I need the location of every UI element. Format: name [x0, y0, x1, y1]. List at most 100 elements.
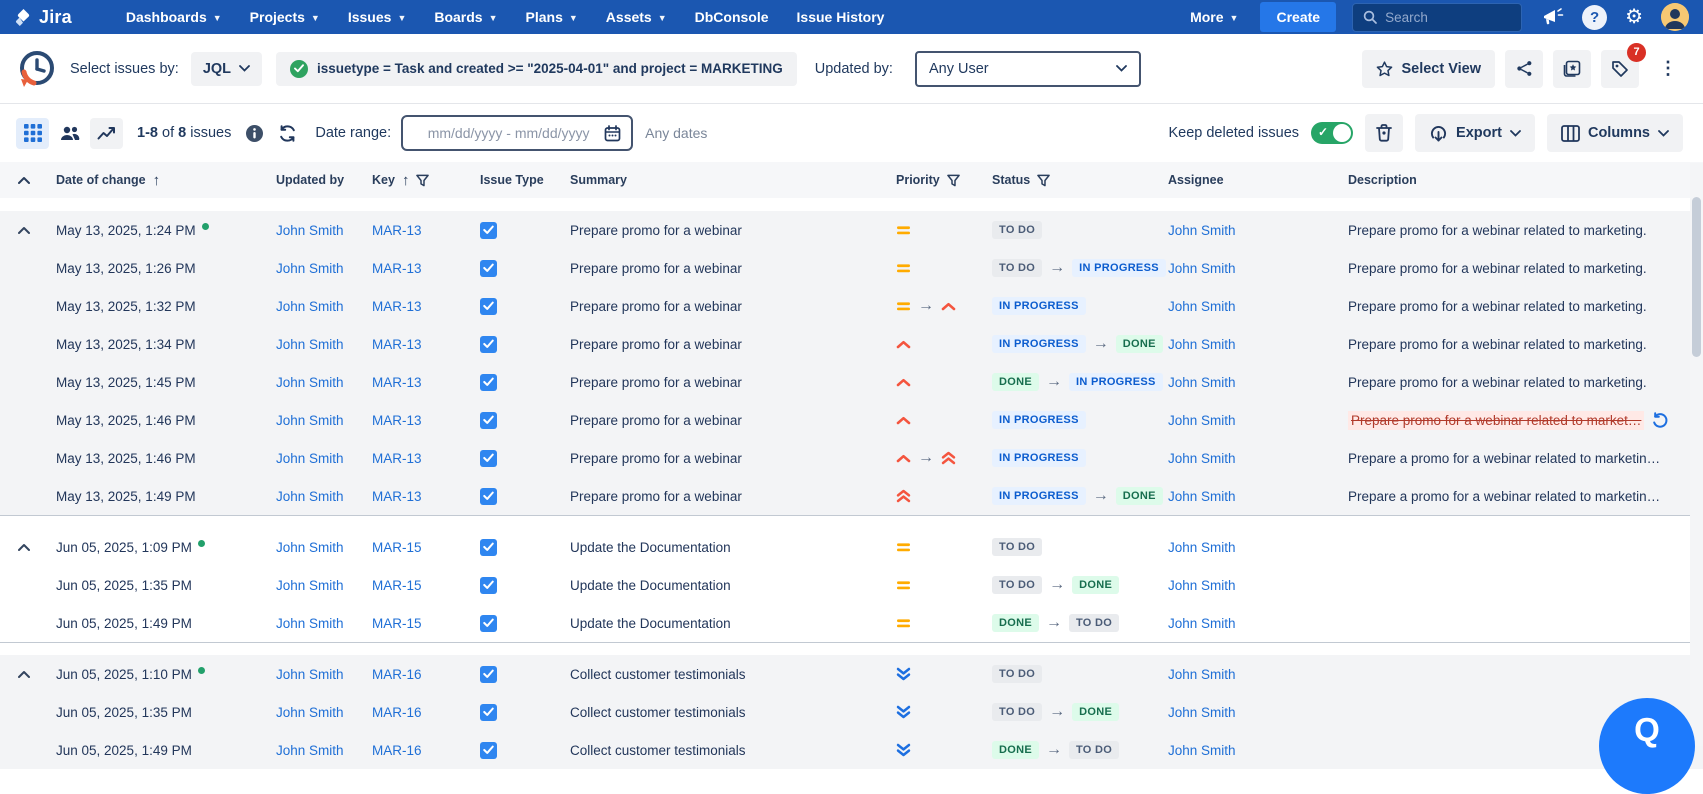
priority-medium-icon: [896, 617, 911, 630]
issue-key-link[interactable]: MAR-13: [372, 489, 422, 504]
assignee-link[interactable]: John Smith: [1168, 667, 1236, 682]
collapse-group-icon[interactable]: [18, 670, 30, 678]
refresh-icon[interactable]: [278, 124, 297, 143]
sort-asc-icon[interactable]: ↑: [402, 172, 410, 189]
calendar-icon[interactable]: [604, 125, 621, 142]
tags-button[interactable]: 7: [1601, 50, 1639, 88]
updated-by-link[interactable]: John Smith: [276, 489, 344, 504]
filter-icon[interactable]: [416, 174, 429, 187]
assignee-link[interactable]: John Smith: [1168, 413, 1236, 428]
nav-item-dashboards[interactable]: Dashboards▼: [114, 9, 234, 25]
updated-by-link[interactable]: John Smith: [276, 375, 344, 390]
assignee-link[interactable]: John Smith: [1168, 375, 1236, 390]
collapse-group-icon[interactable]: [18, 226, 30, 234]
delete-button[interactable]: [1365, 114, 1403, 152]
nav-item-more[interactable]: More▼: [1178, 9, 1250, 25]
issue-key-link[interactable]: MAR-13: [372, 261, 422, 276]
issue-key-link[interactable]: MAR-15: [372, 540, 422, 555]
issue-key-link[interactable]: MAR-13: [372, 375, 422, 390]
filter-icon[interactable]: [1037, 174, 1050, 187]
more-options-button[interactable]: ⋮: [1649, 50, 1687, 88]
priority-change: →: [896, 450, 992, 466]
restore-description-icon[interactable]: [1652, 412, 1669, 429]
collapse-group-icon[interactable]: [18, 543, 30, 551]
updated-by-link[interactable]: John Smith: [276, 743, 344, 758]
updated-by-link[interactable]: John Smith: [276, 540, 344, 555]
keep-deleted-toggle[interactable]: ✓: [1311, 122, 1353, 144]
jql-query-field[interactable]: issuetype = Task and created >= "2025-04…: [276, 52, 797, 86]
info-icon[interactable]: [245, 124, 264, 143]
user-avatar[interactable]: [1661, 3, 1689, 31]
share-button[interactable]: [1505, 50, 1543, 88]
filter-icon[interactable]: [947, 174, 960, 187]
date-range-field[interactable]: [401, 115, 633, 151]
assignee-link[interactable]: John Smith: [1168, 743, 1236, 758]
issue-key-link[interactable]: MAR-13: [372, 413, 422, 428]
issue-key-link[interactable]: MAR-13: [372, 337, 422, 352]
create-button[interactable]: Create: [1260, 2, 1336, 32]
issue-key-link[interactable]: MAR-13: [372, 299, 422, 314]
updated-by-link[interactable]: John Smith: [276, 578, 344, 593]
announcements-icon[interactable]: [1542, 7, 1564, 27]
nav-item-plans[interactable]: Plans▼: [514, 9, 590, 25]
assignee-link[interactable]: John Smith: [1168, 540, 1236, 555]
description-cell: Prepare promo for a webinar related to m…: [1348, 375, 1703, 390]
chevron-down-icon: ▼: [489, 13, 498, 23]
issue-key-link[interactable]: MAR-13: [372, 451, 422, 466]
assignee-link[interactable]: John Smith: [1168, 489, 1236, 504]
chevron-down-icon: [1658, 130, 1669, 137]
nav-item-boards[interactable]: Boards▼: [422, 9, 509, 25]
columns-button[interactable]: Columns: [1547, 114, 1683, 152]
scrollbar-thumb[interactable]: [1692, 197, 1701, 357]
people-view-button[interactable]: [53, 118, 86, 149]
nav-item-projects[interactable]: Projects▼: [238, 9, 332, 25]
issue-key-link[interactable]: MAR-16: [372, 743, 422, 758]
assignee-link[interactable]: John Smith: [1168, 337, 1236, 352]
date-range-input[interactable]: [413, 125, 604, 141]
updated-by-select[interactable]: Any User: [915, 51, 1141, 87]
updated-by-link[interactable]: John Smith: [276, 705, 344, 720]
collapse-all-icon[interactable]: [18, 176, 30, 184]
nav-item-assets[interactable]: Assets▼: [594, 9, 679, 25]
chart-view-button[interactable]: [90, 118, 123, 149]
select-view-button[interactable]: Select View: [1362, 50, 1495, 88]
jira-brand[interactable]: Jira: [14, 7, 72, 28]
query-mode-select[interactable]: JQL: [191, 52, 262, 86]
issue-key-link[interactable]: MAR-15: [372, 578, 422, 593]
help-icon[interactable]: ?: [1582, 5, 1607, 30]
updated-by-link[interactable]: John Smith: [276, 261, 344, 276]
issue-key-link[interactable]: MAR-16: [372, 705, 422, 720]
nav-item-issue-history[interactable]: Issue History: [785, 9, 897, 25]
export-button[interactable]: Export: [1415, 114, 1535, 152]
issue-key-link[interactable]: MAR-13: [372, 223, 422, 238]
updated-by-link[interactable]: John Smith: [276, 616, 344, 631]
chevron-down-icon: [1510, 130, 1521, 137]
grid-view-button[interactable]: [16, 118, 49, 149]
nav-item-dbconsole[interactable]: DbConsole: [683, 9, 781, 25]
global-search[interactable]: [1352, 3, 1522, 32]
updated-by-link[interactable]: John Smith: [276, 451, 344, 466]
assignee-link[interactable]: John Smith: [1168, 223, 1236, 238]
updated-by-link[interactable]: John Smith: [276, 299, 344, 314]
issue-history-app-logo: [16, 48, 58, 90]
help-widget-button[interactable]: Q: [1599, 698, 1695, 794]
issue-key-link[interactable]: MAR-16: [372, 667, 422, 682]
assignee-link[interactable]: John Smith: [1168, 451, 1236, 466]
assignee-link[interactable]: John Smith: [1168, 705, 1236, 720]
assignee-link[interactable]: John Smith: [1168, 578, 1236, 593]
updated-by-link[interactable]: John Smith: [276, 667, 344, 682]
assignee-link[interactable]: John Smith: [1168, 299, 1236, 314]
assignee-link[interactable]: John Smith: [1168, 261, 1236, 276]
search-input[interactable]: [1385, 10, 1495, 25]
sort-asc-icon[interactable]: ↑: [153, 172, 161, 189]
updated-by-link[interactable]: John Smith: [276, 337, 344, 352]
nav-item-issues[interactable]: Issues▼: [336, 9, 419, 25]
updated-by-link[interactable]: John Smith: [276, 413, 344, 428]
updated-by-link[interactable]: John Smith: [276, 223, 344, 238]
settings-gear-icon[interactable]: ⚙: [1625, 7, 1643, 27]
assignee-link[interactable]: John Smith: [1168, 616, 1236, 631]
issue-key-link[interactable]: MAR-15: [372, 616, 422, 631]
saved-views-button[interactable]: [1553, 50, 1591, 88]
chart-icon: [97, 125, 116, 141]
task-issue-type-icon: [480, 742, 497, 759]
